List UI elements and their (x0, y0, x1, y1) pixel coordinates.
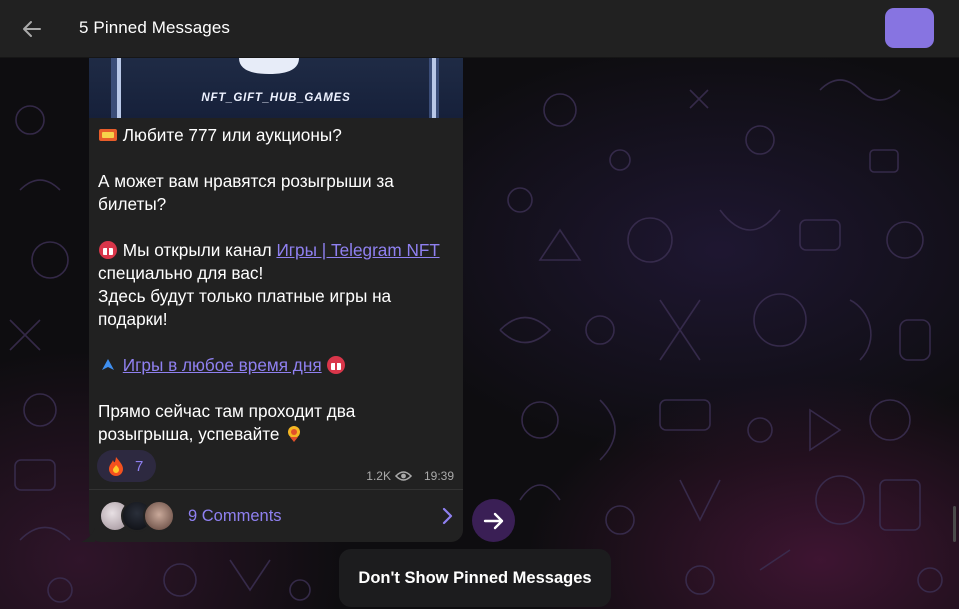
fire-icon (109, 457, 123, 476)
message-line-3-start: Мы открыли канал (122, 240, 277, 260)
message-line-2: А может вам нравятся розыгрыши за билеты… (98, 171, 394, 214)
arrow-left-icon (23, 21, 41, 37)
media-artwork (111, 58, 439, 118)
message-line-1: Любите 777 или аукционы? (122, 125, 342, 145)
message-meta: 1.2K 19:39 (366, 469, 454, 483)
gift-icon (327, 356, 346, 374)
reaction-fire[interactable]: 7 (97, 450, 156, 482)
message-line-3-end: специально для вас! (98, 263, 264, 283)
dont-show-pinned-label: Don't Show Pinned Messages (358, 568, 592, 587)
header-action-button[interactable] (885, 8, 934, 48)
message-time: 19:39 (423, 469, 454, 483)
chevron-right-icon (442, 507, 453, 525)
view-count: 1.2K (366, 469, 391, 483)
gift-icon (99, 241, 117, 259)
message-media[interactable]: NFT_GIFT_HUB_GAMES (89, 58, 463, 118)
media-caption: NFT_GIFT_HUB_GAMES (201, 92, 351, 104)
message-line-4: Здесь будут только платные игры на подар… (98, 286, 392, 329)
games-link[interactable]: Игры в любое время дня (123, 355, 322, 375)
page-title: 5 Pinned Messages (79, 18, 231, 37)
pinned-header: 5 Pinned Messages (0, 0, 959, 58)
comments-label: 9 Comments (188, 506, 282, 525)
channel-link[interactable]: Игры | Telegram NFT (276, 240, 439, 260)
medal-icon (288, 426, 301, 442)
message-line-6: Прямо сейчас там проходит два розыгрыша,… (98, 401, 356, 444)
comments-button[interactable]: 9 Comments (89, 489, 463, 542)
message-text: Любите 777 или аукционы? А может вам нра… (98, 124, 443, 446)
commenter-avatars (99, 499, 191, 533)
dont-show-pinned-button[interactable]: Don't Show Pinned Messages (339, 549, 611, 607)
go-to-message-button[interactable] (472, 499, 515, 542)
arrow-right-icon (483, 512, 503, 529)
pinned-message: NFT_GIFT_HUB_GAMES Любите 777 или аукцио… (89, 58, 463, 542)
ticket-icon (99, 129, 117, 141)
bubble-tail (81, 528, 95, 542)
avatar (143, 500, 175, 532)
pointer-icon (102, 359, 114, 370)
back-button[interactable] (12, 9, 52, 49)
eye-icon (394, 471, 412, 481)
scrollbar-thumb[interactable] (953, 506, 956, 542)
reaction-count: 7 (135, 457, 144, 475)
